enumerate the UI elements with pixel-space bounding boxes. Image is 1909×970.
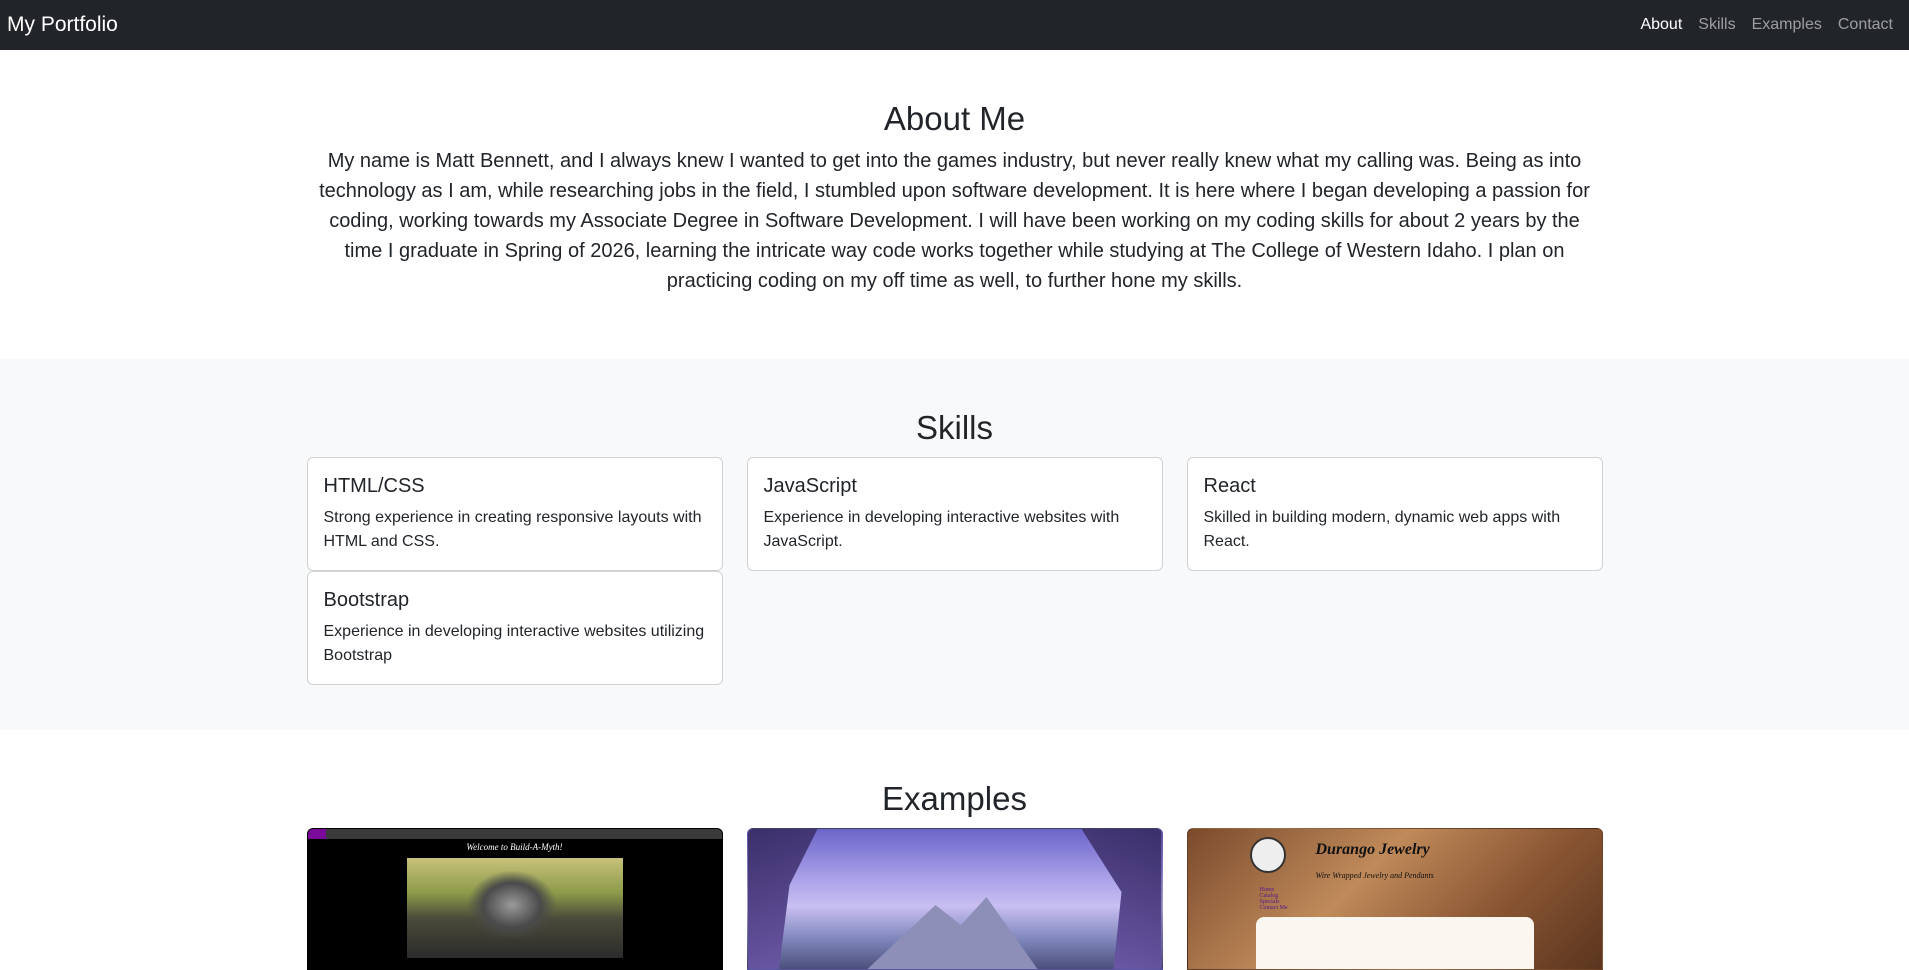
- nav-link-contact[interactable]: Contact: [1830, 16, 1901, 34]
- cave-right: [1081, 829, 1162, 969]
- skill-card-text: Experience in developing interactive web…: [323, 623, 705, 664]
- skill-card-text: Experience in developing interactive web…: [763, 509, 1120, 550]
- skill-card-title: Bootstrap: [323, 589, 410, 611]
- example-image: [406, 858, 623, 958]
- jewelry-menu-item: Contact Me: [1259, 905, 1288, 911]
- skill-card-html-css: HTML/CSS Strong experience in creating r…: [306, 457, 723, 571]
- skills-grid: HTML/CSS Strong experience in creating r…: [306, 457, 1603, 685]
- jewelry-subtitle: Wire Wrapped Jewelry and Pendants: [1315, 871, 1434, 880]
- example-card-landscape[interactable]: [746, 828, 1163, 970]
- examples-section: Examples Welcome to Build-A-Myth! Durang…: [0, 730, 1909, 970]
- examples-title: Examples: [882, 780, 1027, 817]
- skill-card-title: JavaScript: [763, 475, 857, 497]
- skill-card-title: HTML/CSS: [323, 475, 425, 497]
- skills-section: Skills HTML/CSS Strong experience in cre…: [0, 359, 1909, 730]
- example-card-build-a-myth[interactable]: Welcome to Build-A-Myth!: [306, 828, 723, 970]
- jewelry-content-panel: [1255, 917, 1534, 969]
- mountain: [867, 897, 1038, 969]
- example-topbar: [307, 829, 722, 839]
- nav-link-about[interactable]: About: [1632, 16, 1690, 34]
- examples-grid: Welcome to Build-A-Myth! Durango Jewelry…: [306, 828, 1603, 970]
- example-title: Welcome to Build-A-Myth!: [466, 842, 563, 852]
- nav-link-examples[interactable]: Examples: [1744, 16, 1830, 34]
- skill-card-text: Strong experience in creating responsive…: [323, 509, 702, 550]
- about-title: About Me: [883, 100, 1026, 137]
- nav-links: About Skills Examples Contact: [1632, 16, 1901, 34]
- skill-card-text: Skilled in building modern, dynamic web …: [1203, 509, 1561, 550]
- skills-title: Skills: [915, 409, 993, 446]
- skill-card-bootstrap: Bootstrap Experience in developing inter…: [306, 571, 723, 685]
- about-section: About Me My name is Matt Bennett, and I …: [0, 50, 1909, 359]
- about-text: My name is Matt Bennett, and I always kn…: [319, 150, 1590, 292]
- skill-card-javascript: JavaScript Experience in developing inte…: [746, 457, 1163, 571]
- jewelry-logo-icon: [1249, 837, 1286, 873]
- skill-card-react: React Skilled in building modern, dynami…: [1186, 457, 1603, 571]
- nav-link-skills[interactable]: Skills: [1690, 16, 1743, 34]
- cave-left: [747, 829, 818, 969]
- brand-link[interactable]: My Portfolio: [7, 13, 118, 37]
- navbar: My Portfolio About Skills Examples Conta…: [0, 0, 1909, 50]
- example-card-durango-jewelry[interactable]: Durango Jewelry Wire Wrapped Jewelry and…: [1186, 828, 1603, 970]
- jewelry-menu: Home Catalog Specials Contact Me: [1260, 887, 1288, 911]
- jewelry-title: Durango Jewelry: [1315, 841, 1430, 858]
- skill-card-title: React: [1203, 475, 1256, 497]
